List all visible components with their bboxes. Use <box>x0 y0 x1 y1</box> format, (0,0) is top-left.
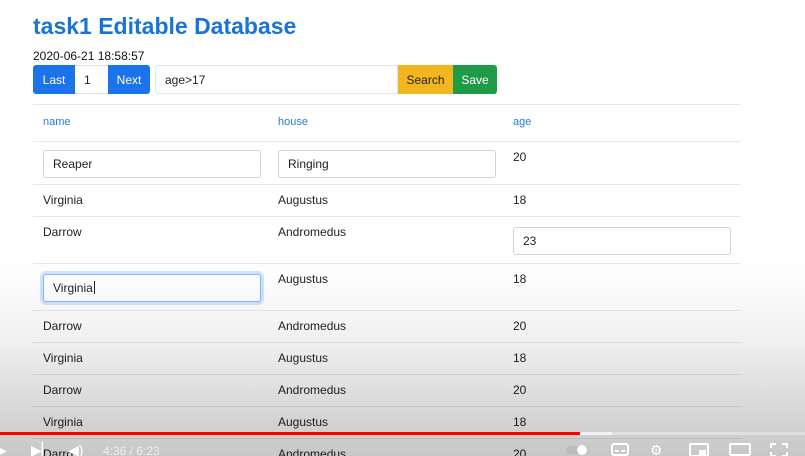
pagination-controls: Last 1 Next <box>33 65 150 94</box>
table-cell-house[interactable]: Augustus <box>278 415 328 429</box>
autoplay-toggle-icon[interactable] <box>566 443 588 456</box>
table-cell-house[interactable]: Andromedus <box>278 225 346 239</box>
table-cell-house[interactable]: Augustus <box>278 193 328 207</box>
table-cell-house[interactable]: Andromedus <box>278 383 346 397</box>
row-divider <box>33 216 741 217</box>
theater-mode-icon[interactable] <box>729 443 751 456</box>
row-divider <box>33 184 741 185</box>
row-divider <box>33 374 741 375</box>
app-title: task1 Editable Database <box>33 13 297 39</box>
search-button[interactable]: Search <box>398 65 453 94</box>
table-cell-name[interactable]: Virginia <box>43 415 83 429</box>
table-cell-age[interactable]: 18 <box>513 193 526 207</box>
table-top-rule <box>33 104 741 105</box>
table-cell-age[interactable]: 20 <box>513 150 526 164</box>
table-cell-name[interactable]: Virginia <box>43 193 83 207</box>
subtitles-icon[interactable] <box>611 443 629 456</box>
row-divider <box>33 141 741 142</box>
table-cell-age[interactable]: 18 <box>513 272 526 286</box>
table-cell-age[interactable]: 18 <box>513 415 526 429</box>
query-input[interactable] <box>155 65 398 94</box>
table-cell-house[interactable]: Augustus <box>278 351 328 365</box>
edit-field-value: Virginia <box>53 280 93 295</box>
last-button[interactable]: Last <box>33 65 75 94</box>
table-cell-age[interactable]: 18 <box>513 351 526 365</box>
table-cell-name[interactable]: Darrow <box>43 225 82 239</box>
player-controls: ▶ ▶▏ ◀) 4:36 / 6:23 ⚙ <box>0 435 805 456</box>
edit-field-house[interactable]: Ringing <box>278 149 496 178</box>
row-divider <box>33 342 741 343</box>
table-cell-name[interactable]: Darrow <box>43 319 82 333</box>
table-cell-name[interactable]: Darrow <box>43 383 82 397</box>
table-cell-age[interactable]: 20 <box>513 383 526 397</box>
table-cell-house[interactable]: Augustus <box>278 272 328 286</box>
row-divider <box>33 263 741 264</box>
edit-field-value: Reaper <box>53 156 93 171</box>
fullscreen-icon[interactable] <box>770 443 788 456</box>
page-number: 1 <box>75 65 108 94</box>
edit-field-value: 23 <box>523 233 537 248</box>
gear-icon[interactable]: ⚙ <box>650 443 663 456</box>
edit-field-age[interactable]: 23 <box>513 226 731 255</box>
column-header-name[interactable]: name <box>43 116 71 128</box>
volume-icon[interactable]: ◀) <box>68 443 83 456</box>
text-caret <box>93 281 95 294</box>
edit-field-name[interactable]: Reaper <box>43 149 261 178</box>
column-header-age[interactable]: age <box>513 116 531 128</box>
table-cell-name[interactable]: Virginia <box>43 351 83 365</box>
row-divider <box>33 406 741 407</box>
row-divider <box>33 310 741 311</box>
miniplayer-icon[interactable] <box>689 443 709 456</box>
column-header-house[interactable]: house <box>278 116 308 128</box>
table-cell-house[interactable]: Andromedus <box>278 319 346 333</box>
timestamp: 2020-06-21 18:58:57 <box>33 49 145 63</box>
edit-field-value: Ringing <box>288 156 329 171</box>
edit-field-name[interactable]: Virginia <box>43 273 261 302</box>
next-button[interactable]: Next <box>108 65 150 94</box>
time-display: 4:36 / 6:23 <box>103 444 160 456</box>
skip-next-icon[interactable]: ▶▏ <box>31 443 53 456</box>
save-button[interactable]: Save <box>453 65 497 94</box>
play-icon[interactable]: ▶ <box>0 443 7 456</box>
table-cell-age[interactable]: 20 <box>513 319 526 333</box>
